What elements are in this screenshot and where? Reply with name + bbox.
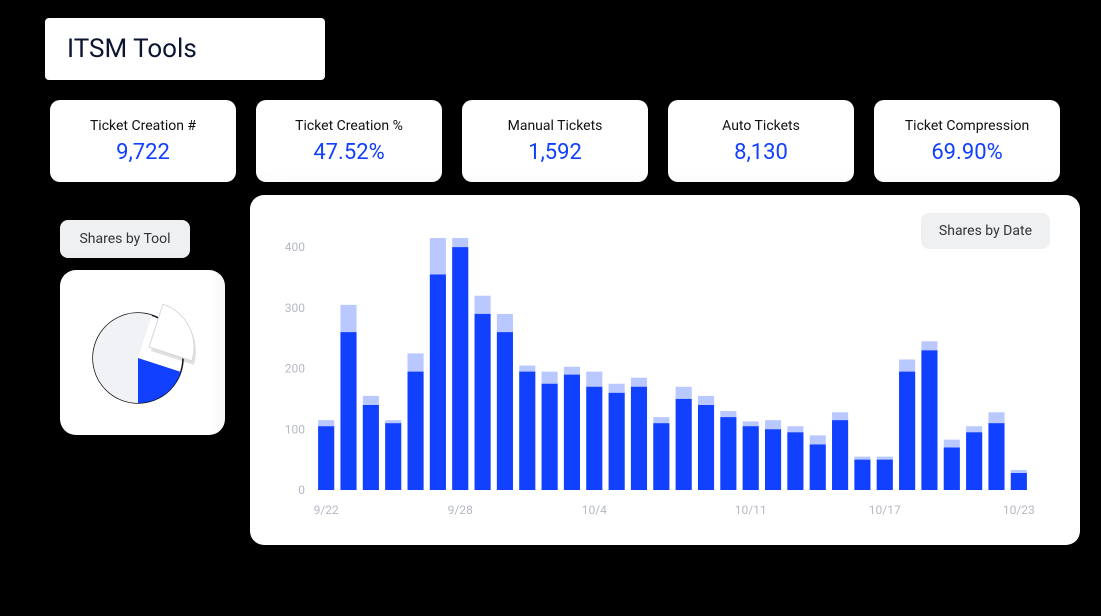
kpi-label: Auto Tickets bbox=[722, 118, 800, 134]
pie-chart-icon bbox=[83, 293, 203, 413]
page-title-text: ITSM Tools bbox=[67, 34, 197, 64]
svg-text:10/11: 10/11 bbox=[735, 503, 767, 517]
bar-chart-card: Shares by Date 0 100 200 300 400 9/22 9/28 10/4… bbox=[250, 195, 1080, 545]
svg-text:0: 0 bbox=[298, 483, 305, 497]
svg-text:9/22: 9/22 bbox=[314, 503, 339, 517]
pie-chart-card bbox=[60, 270, 225, 435]
kpi-label: Ticket Compression bbox=[905, 118, 1029, 134]
pie-chart-title: Shares by Tool bbox=[60, 220, 190, 258]
kpi-value: 69.90% bbox=[931, 140, 1002, 165]
kpi-label: Ticket Creation # bbox=[90, 118, 196, 134]
svg-text:10/4: 10/4 bbox=[582, 503, 607, 517]
kpi-ticket-creation-count: Ticket Creation # 9,722 bbox=[50, 100, 236, 182]
pie-chart-title-text: Shares by Tool bbox=[79, 231, 170, 247]
kpi-ticket-compression: Ticket Compression 69.90% bbox=[874, 100, 1060, 182]
kpi-manual-tickets: Manual Tickets 1,592 bbox=[462, 100, 648, 182]
kpi-auto-tickets: Auto Tickets 8,130 bbox=[668, 100, 854, 182]
svg-text:10/17: 10/17 bbox=[869, 503, 901, 517]
svg-text:400: 400 bbox=[285, 240, 305, 254]
kpi-value: 9,722 bbox=[116, 140, 170, 165]
kpi-row: Ticket Creation # 9,722 Ticket Creation … bbox=[50, 100, 1060, 182]
bar-chart-title-text: Shares by Date bbox=[939, 223, 1032, 239]
bar-chart: 0 100 200 300 400 9/22 9/28 10/4 10/11 10/17 10/23 bbox=[270, 220, 1050, 530]
bar-chart-title: Shares by Date bbox=[921, 213, 1050, 249]
kpi-value: 8,130 bbox=[734, 140, 788, 165]
kpi-label: Manual Tickets bbox=[508, 118, 603, 134]
svg-text:100: 100 bbox=[285, 422, 305, 436]
kpi-value: 1,592 bbox=[528, 140, 582, 165]
page-title: ITSM Tools bbox=[45, 18, 325, 80]
kpi-label: Ticket Creation % bbox=[295, 118, 403, 134]
kpi-ticket-creation-pct: Ticket Creation % 47.52% bbox=[256, 100, 442, 182]
svg-text:10/23: 10/23 bbox=[1003, 503, 1035, 517]
svg-text:300: 300 bbox=[285, 301, 305, 315]
kpi-value: 47.52% bbox=[313, 140, 384, 165]
svg-text:200: 200 bbox=[285, 362, 305, 376]
svg-text:9/28: 9/28 bbox=[448, 503, 473, 517]
